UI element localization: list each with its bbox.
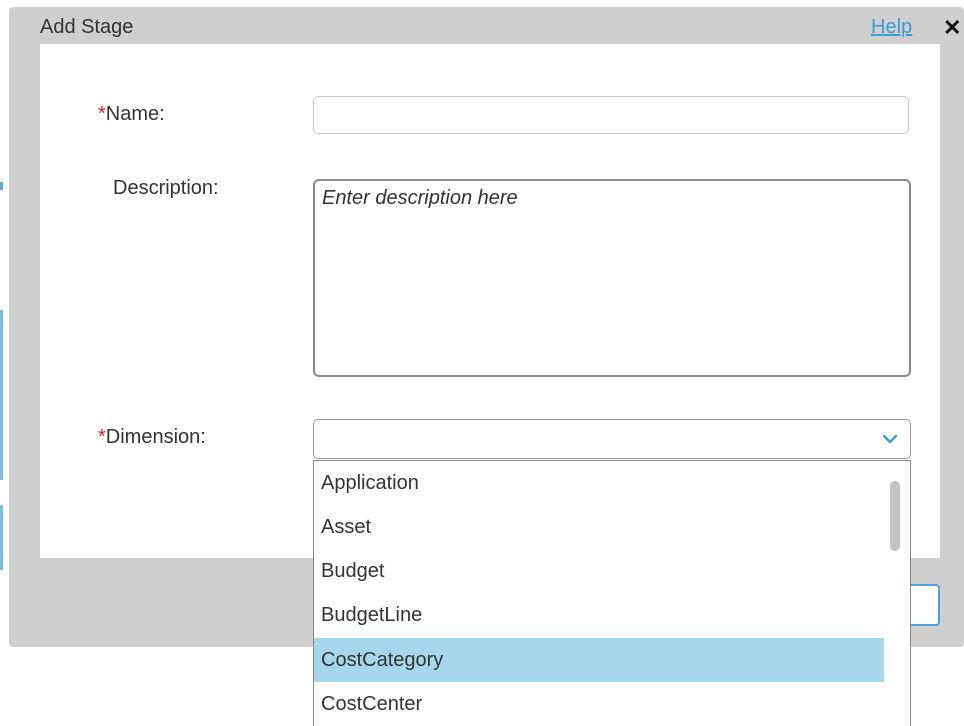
dropdown-option-budgetline[interactable]: BudgetLine <box>314 593 884 637</box>
required-marker: * <box>98 103 106 125</box>
dialog-title: Add Stage <box>40 16 134 38</box>
dropdown-scrollbar-thumb[interactable] <box>890 481 900 551</box>
chevron-down-icon <box>882 434 898 444</box>
dimension-dropdown-list: Application Asset Budget BudgetLine Cost… <box>313 460 911 726</box>
name-input[interactable] <box>313 96 909 134</box>
dimension-select[interactable] <box>313 419 911 459</box>
dropdown-option-costcenter[interactable]: CostCenter <box>314 682 884 726</box>
close-icon[interactable]: ✕ <box>943 15 961 41</box>
dimension-label: *Dimension: <box>98 426 206 448</box>
description-textarea[interactable] <box>313 179 911 377</box>
background-app-edge <box>0 182 3 190</box>
background-app-edge <box>0 310 3 480</box>
dropdown-option-costcategory[interactable]: CostCategory <box>314 638 884 682</box>
dropdown-option-application[interactable]: Application <box>314 461 884 505</box>
name-label: *Name: <box>98 103 165 125</box>
dropdown-option-budget[interactable]: Budget <box>314 549 884 593</box>
help-link[interactable]: Help <box>871 16 912 39</box>
footer-button[interactable] <box>906 584 940 626</box>
dropdown-option-asset[interactable]: Asset <box>314 505 884 549</box>
required-marker: * <box>98 426 106 448</box>
background-app-edge <box>0 505 3 570</box>
description-label: Description: <box>113 177 219 199</box>
